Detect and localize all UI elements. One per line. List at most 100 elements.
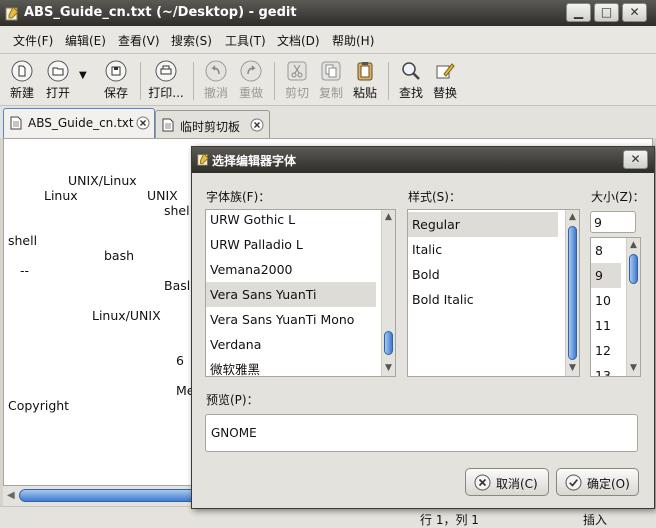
save-button[interactable]: 保存 bbox=[101, 60, 131, 102]
print-button[interactable]: 打印... bbox=[148, 60, 184, 102]
size-scrollbar[interactable]: ▲ ▼ bbox=[626, 238, 640, 376]
list-item[interactable]: 8 bbox=[591, 238, 623, 263]
family-scroll-thumb[interactable] bbox=[384, 331, 393, 355]
gedit-app-icon bbox=[5, 6, 19, 21]
replace-button[interactable]: 替换 bbox=[430, 60, 460, 102]
tab-abs-guide[interactable]: ABS_Guide_cn.txt bbox=[3, 108, 155, 138]
scroll-down-arrow-icon[interactable]: ▼ bbox=[627, 363, 640, 373]
menu-help[interactable]: 帮助(H) bbox=[332, 32, 374, 49]
style-scroll-thumb[interactable] bbox=[568, 226, 577, 360]
save-icon bbox=[105, 60, 127, 82]
family-label: 字体族(F)： bbox=[206, 190, 271, 204]
menu-search[interactable]: 搜索(S) bbox=[171, 32, 212, 49]
insert-mode: 插入 bbox=[583, 513, 608, 527]
close-window-button[interactable]: ✕ bbox=[622, 3, 647, 22]
menu-bar: 文件(F) 编辑(E) 查看(V) 搜索(S) 工具(T) 文档(D) 帮助(H… bbox=[0, 26, 656, 54]
menu-tools[interactable]: 工具(T) bbox=[225, 32, 266, 49]
list-item[interactable]: URW Gothic L bbox=[206, 210, 380, 232]
cut-label: 剪切 bbox=[284, 86, 309, 100]
checkmark-icon bbox=[565, 474, 582, 491]
menu-file[interactable]: 文件(F) bbox=[13, 32, 53, 49]
style-label: 样式(S)： bbox=[408, 190, 461, 204]
font-style-list[interactable]: Regular Italic Bold Bold Italic ▲ ▼ bbox=[407, 209, 580, 377]
list-item[interactable]: Italic bbox=[408, 237, 558, 262]
size-label: 大小(Z)： bbox=[591, 190, 645, 204]
new-button[interactable]: 新建 bbox=[7, 60, 37, 102]
list-item-selected[interactable]: 9 bbox=[591, 263, 621, 288]
redo-icon bbox=[240, 60, 262, 82]
gedit-app-icon bbox=[197, 153, 209, 166]
window-title: ABS_Guide_cn.txt (~/Desktop) - gedit bbox=[24, 5, 297, 20]
new-document-icon bbox=[11, 60, 33, 82]
copy-label: 复制 bbox=[318, 86, 343, 100]
redo-label: 重做 bbox=[238, 86, 263, 100]
close-tab-icon[interactable] bbox=[250, 118, 264, 132]
list-item[interactable]: 微软雅黑 bbox=[206, 357, 380, 376]
list-item-selected[interactable]: Regular bbox=[408, 212, 558, 237]
menu-view[interactable]: 查看(V) bbox=[118, 32, 160, 49]
list-item[interactable]: 12 bbox=[591, 338, 623, 363]
ok-button[interactable]: 确定(O) bbox=[556, 468, 639, 496]
copy-button[interactable]: 复制 bbox=[316, 60, 346, 102]
list-item[interactable]: Bold bbox=[408, 262, 558, 287]
new-label: 新建 bbox=[9, 86, 34, 100]
scroll-left-arrow-icon[interactable]: ◀ bbox=[7, 490, 15, 501]
redo-button[interactable]: 重做 bbox=[236, 60, 266, 102]
toolbar-separator bbox=[193, 62, 194, 100]
find-button[interactable]: 查找 bbox=[396, 60, 426, 102]
clipboard-paste-icon bbox=[357, 62, 373, 81]
list-item[interactable]: Verdana bbox=[206, 332, 380, 357]
list-item-selected[interactable]: Vera Sans YuanTi bbox=[206, 282, 376, 307]
size-input[interactable]: 9 bbox=[590, 211, 636, 233]
list-item[interactable]: URW Palladio L bbox=[206, 232, 380, 257]
cut-button[interactable]: 剪切 bbox=[282, 60, 312, 102]
status-bar: 行 1，列 1 插入 bbox=[0, 506, 656, 528]
size-scroll-thumb[interactable] bbox=[629, 254, 638, 284]
style-scrollbar[interactable]: ▲ ▼ bbox=[565, 210, 579, 376]
tab-clipboard[interactable]: 临时剪切板 bbox=[155, 110, 270, 138]
open-recent-dropdown-icon[interactable]: ▼ bbox=[79, 70, 87, 81]
close-tab-icon[interactable] bbox=[136, 116, 150, 130]
minimize-icon: ▁ bbox=[573, 5, 584, 19]
toolbar: 新建 打开 ▼ 保存 打印... 撤消 重做 剪切 复制 粘贴 查找 替换 bbox=[0, 54, 656, 106]
list-item[interactable]: 10 bbox=[591, 288, 623, 313]
copy-icon bbox=[321, 61, 341, 81]
menu-documents[interactable]: 文档(D) bbox=[277, 32, 320, 49]
maximize-button[interactable]: □ bbox=[594, 3, 619, 22]
toolbar-separator bbox=[388, 62, 389, 100]
list-item[interactable]: 11 bbox=[591, 313, 623, 338]
list-item[interactable]: Vera Sans YuanTi Mono bbox=[206, 307, 380, 332]
minimize-button[interactable]: ▁ bbox=[566, 3, 591, 22]
menu-edit[interactable]: 编辑(E) bbox=[65, 32, 106, 49]
scroll-up-arrow-icon[interactable]: ▲ bbox=[566, 212, 579, 222]
paste-label: 粘贴 bbox=[352, 86, 377, 100]
font-family-list[interactable]: URW Gothic L URW Palladio L Vemana2000 V… bbox=[205, 209, 396, 377]
editor-text: UNIX/Linux bbox=[68, 173, 137, 188]
open-button[interactable]: 打开 bbox=[43, 60, 73, 102]
editor-text: Copyright bbox=[8, 398, 70, 413]
tab-bar: ABS_Guide_cn.txt 临时剪切板 bbox=[0, 106, 656, 138]
scroll-up-arrow-icon[interactable]: ▲ bbox=[627, 240, 640, 250]
font-size-list[interactable]: 8 9 10 11 12 13 ▲ ▼ bbox=[590, 237, 641, 377]
maximize-icon: □ bbox=[600, 5, 613, 19]
undo-button[interactable]: 撤消 bbox=[201, 60, 231, 102]
dialog-title-bar: 选择编辑器字体 ✕ bbox=[192, 147, 654, 173]
font-dialog: 选择编辑器字体 ✕ 字体族(F)： 样式(S)： 大小(Z)： URW Goth… bbox=[191, 146, 655, 509]
list-item[interactable]: 13 bbox=[591, 363, 623, 376]
preview-field[interactable]: GNOME bbox=[205, 414, 638, 452]
close-icon: ✕ bbox=[629, 5, 640, 19]
preview-label: 预览(P)： bbox=[206, 393, 259, 407]
cancel-button[interactable]: 取消(C) bbox=[465, 468, 549, 496]
dialog-title: 选择编辑器字体 bbox=[212, 154, 297, 168]
scroll-up-arrow-icon[interactable]: ▲ bbox=[382, 212, 395, 222]
scroll-down-arrow-icon[interactable]: ▼ bbox=[566, 363, 579, 373]
font-family-items: URW Gothic L URW Palladio L Vemana2000 V… bbox=[206, 210, 380, 376]
open-folder-icon bbox=[47, 60, 69, 82]
list-item[interactable]: Vemana2000 bbox=[206, 257, 380, 282]
list-item[interactable]: Bold Italic bbox=[408, 287, 558, 312]
paste-button[interactable]: 粘贴 bbox=[350, 60, 380, 102]
scroll-down-arrow-icon[interactable]: ▼ bbox=[382, 363, 395, 373]
dialog-close-button[interactable]: ✕ bbox=[623, 150, 648, 169]
family-scrollbar[interactable]: ▲ ▼ bbox=[381, 210, 395, 376]
save-label: 保存 bbox=[103, 86, 128, 100]
